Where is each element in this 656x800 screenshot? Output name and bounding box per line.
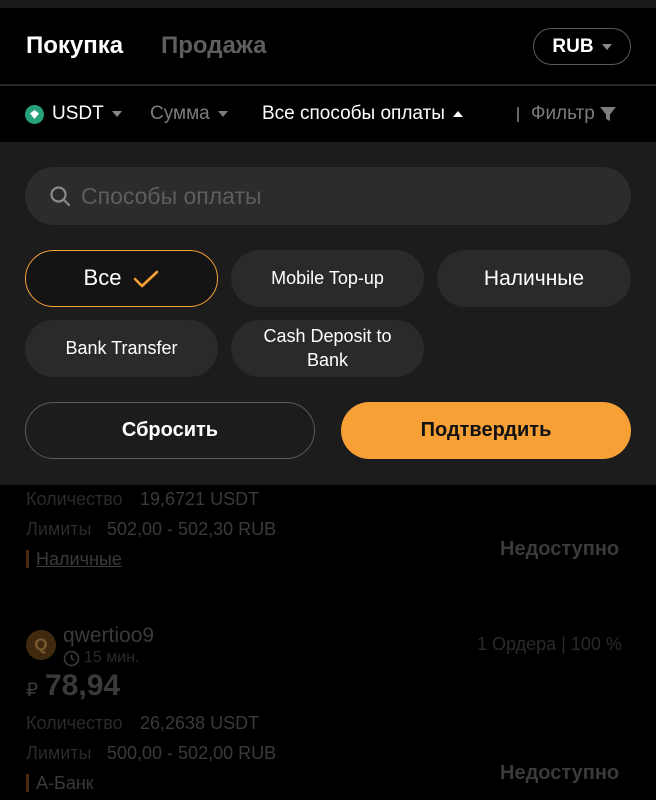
coin-selector[interactable]: USDT xyxy=(25,86,122,142)
search-icon xyxy=(50,186,71,207)
search-box[interactable] xyxy=(25,167,631,225)
top-strip xyxy=(0,0,656,8)
tab-buy[interactable]: Покупка xyxy=(26,32,123,60)
chip-mobile-topup[interactable]: Mobile Top-up xyxy=(231,250,424,307)
quantity-value: 26,2638 USDT xyxy=(140,713,260,733)
chip-bank-transfer[interactable]: Bank Transfer xyxy=(25,320,218,377)
chip-cash[interactable]: Наличные xyxy=(437,250,631,307)
limits-label: Лимиты xyxy=(26,743,92,763)
amount-selector[interactable]: Сумма xyxy=(150,86,228,142)
response-time: 15 мин. xyxy=(84,649,140,666)
chip-label: Наличные xyxy=(483,266,585,290)
limits-value: 500,00 - 502,00 RUB xyxy=(107,743,277,763)
payment-method: Наличные xyxy=(36,549,122,569)
checkmark-icon xyxy=(134,270,159,287)
chevron-down-icon xyxy=(111,111,122,117)
limits-value: 502,00 - 502,30 RUB xyxy=(107,519,277,539)
currency-label: RUB xyxy=(552,35,594,57)
payment-methods-selector[interactable]: Все способы оплаты xyxy=(262,86,463,142)
filter-label: Фильтр xyxy=(531,103,595,124)
reset-button[interactable]: Сбросить xyxy=(25,402,315,459)
method-indicator xyxy=(26,774,29,792)
chip-label: Cash Deposit to Bank xyxy=(263,326,392,370)
order-stats: 1 Ордера | 100 % xyxy=(477,634,622,654)
chip-label: Bank Transfer xyxy=(65,337,178,358)
quantity-value: 19,6721 USDT xyxy=(140,489,260,509)
status-badge: Недоступно xyxy=(500,762,620,784)
search-input[interactable] xyxy=(81,182,601,210)
tab-sell[interactable]: Продажа xyxy=(161,32,267,60)
chevron-down-icon xyxy=(217,111,228,117)
limits-label: Лимиты xyxy=(26,519,92,539)
header: Покупка Продажа RUB xyxy=(0,8,656,84)
method-indicator xyxy=(26,550,29,568)
usdt-coin-icon xyxy=(25,104,44,124)
currency-symbol: ₽ xyxy=(26,680,39,701)
chip-all[interactable]: Все xyxy=(25,250,218,307)
funnel-icon xyxy=(599,107,616,121)
quantity-label: Количество xyxy=(26,713,123,733)
amount-label: Сумма xyxy=(150,103,210,124)
clock-icon xyxy=(63,650,80,667)
offer-price: 78,94 xyxy=(45,669,121,702)
status-badge: Недоступно xyxy=(500,538,620,560)
chip-cash-deposit[interactable]: Cash Deposit to Bank xyxy=(231,320,424,377)
avatar: Q xyxy=(26,630,56,660)
quantity-label: Количество xyxy=(26,489,123,509)
chip-label: Все xyxy=(83,265,122,291)
payment-methods-label: Все способы оплаты xyxy=(262,103,445,124)
payment-method: А-Банк xyxy=(36,773,94,793)
merchant-name[interactable]: qwertioo9 xyxy=(63,624,154,648)
chip-label: Mobile Top-up xyxy=(271,267,384,288)
chevron-up-icon xyxy=(452,111,463,117)
filter-bar: USDT Сумма Все способы оплаты Фильтр xyxy=(0,86,656,142)
offer-list: Количество 19,6721 USDT Лимиты 502,00 - … xyxy=(0,484,656,800)
filter-separator xyxy=(517,107,519,122)
confirm-button[interactable]: Подтвердить xyxy=(341,402,631,459)
payment-methods-panel: Все Mobile Top-up Наличные Bank Transfer… xyxy=(0,142,656,485)
filter-button[interactable]: Фильтр xyxy=(531,86,617,142)
chevron-down-icon xyxy=(601,43,612,50)
coin-label: USDT xyxy=(52,103,104,124)
currency-selector[interactable]: RUB xyxy=(533,28,631,65)
